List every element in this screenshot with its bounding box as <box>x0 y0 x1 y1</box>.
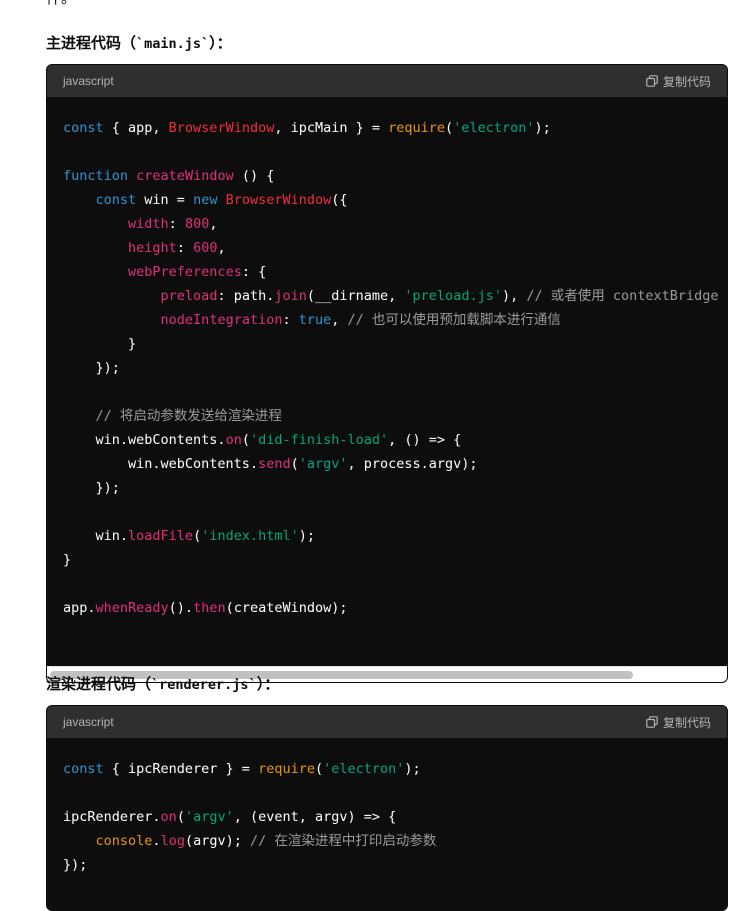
copy-code-button[interactable]: 复制代码 <box>646 73 711 90</box>
heading-filename: `renderer.js` <box>151 677 257 693</box>
copy-code-label: 复制代码 <box>662 74 711 89</box>
previous-text-fragment: 件。 <box>46 0 76 8</box>
code-content[interactable]: const { ipcRenderer } = require('electro… <box>47 738 727 910</box>
code-line: const { ipcRenderer } = require('electro… <box>63 761 421 777</box>
renderer-js-code-block: javascript 复制代码 const { ipcRenderer } = … <box>46 705 728 911</box>
copy-icon <box>646 716 658 728</box>
code-line: }); <box>63 360 120 376</box>
code-line: win.webContents.on('did-finish-load', ()… <box>63 432 462 448</box>
code-line: // 将启动参数发送给渲染进程 <box>95 408 282 424</box>
heading-prefix: 主进程代码（ <box>46 34 137 52</box>
code-line: app.whenReady().then(createWindow); <box>63 600 348 616</box>
code-line: } <box>63 552 72 568</box>
code-line: height: 600, <box>128 240 226 256</box>
code-line: webPreferences: { <box>128 264 267 280</box>
code-language-label: javascript <box>63 74 114 88</box>
code-language-label: javascript <box>63 715 114 729</box>
code-line: ipcRenderer.on('argv', (event, argv) => … <box>63 809 397 825</box>
main-process-heading: 主进程代码（`main.js`）： <box>46 33 232 54</box>
heading-suffix: ）： <box>256 675 280 693</box>
copy-code-label: 复制代码 <box>662 715 711 730</box>
copy-icon <box>646 75 658 87</box>
code-line: function createWindow () { <box>63 168 275 184</box>
code-content[interactable]: const { app, BrowserWindow, ipcMain } = … <box>47 97 727 666</box>
heading-prefix: 渲染进程代码（ <box>46 675 152 693</box>
code-line: }); <box>63 480 120 496</box>
renderer-process-heading: 渲染进程代码（`renderer.js`）： <box>46 674 279 695</box>
heading-suffix: ）： <box>209 34 232 52</box>
code-line: console.log(argv); // 在渲染进程中打印启动参数 <box>95 833 437 849</box>
main-js-code-block: javascript 复制代码 const { app, BrowserWind… <box>46 64 728 683</box>
code-line: win.loadFile('index.html'); <box>63 528 316 544</box>
code-block-header: javascript 复制代码 <box>47 706 727 738</box>
code-line: } <box>63 336 137 352</box>
code-line: const { app, BrowserWindow, ipcMain } = … <box>63 120 551 136</box>
code-line: width: 800, <box>128 216 218 232</box>
code-block-header: javascript 复制代码 <box>47 65 727 97</box>
copy-code-button[interactable]: 复制代码 <box>646 714 711 731</box>
code-line: preload: path.join(__dirname, 'preload.j… <box>160 288 719 304</box>
code-line: win.webContents.send('argv', process.arg… <box>63 456 478 472</box>
code-line: nodeIntegration: true, // 也可以使用预加载脚本进行通信 <box>160 312 561 328</box>
heading-filename: `main.js` <box>136 36 210 52</box>
code-line: const win = new BrowserWindow({ <box>95 192 348 208</box>
code-line: }); <box>63 857 88 873</box>
